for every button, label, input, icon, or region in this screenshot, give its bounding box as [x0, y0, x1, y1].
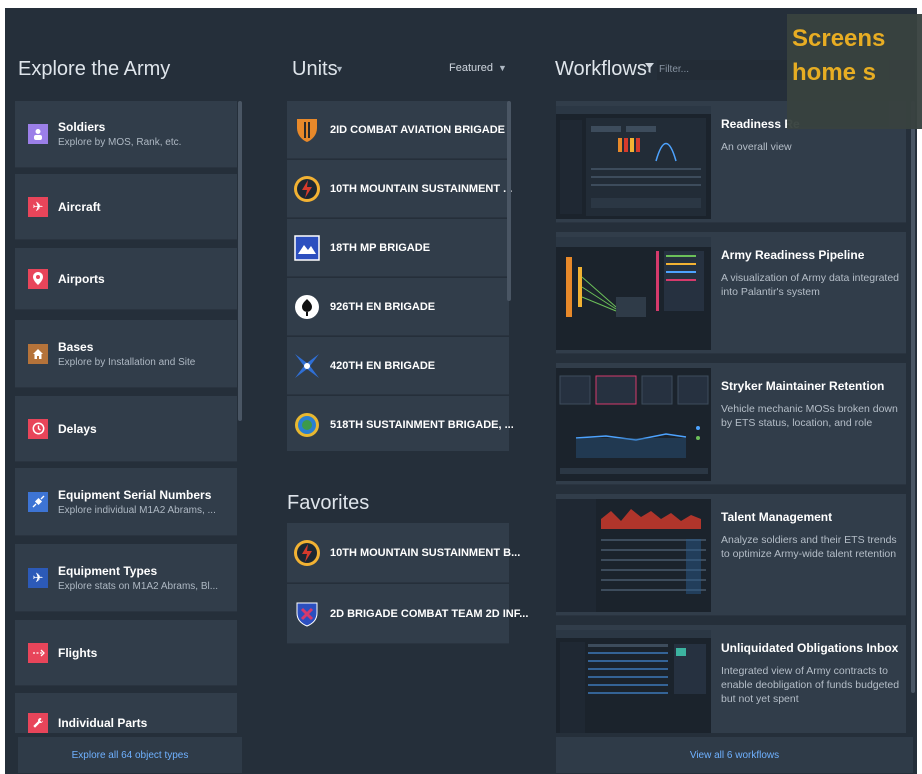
mountain-sustainment-insignia-icon [294, 175, 320, 202]
workflow-thumbnail [556, 106, 711, 219]
view-all-workflows-button[interactable]: View all 6 workflows [556, 737, 913, 773]
airplane-icon: ✈ [28, 567, 48, 588]
workflow-list-scrollbar[interactable] [911, 101, 915, 693]
unit-name: 10TH MOUNTAIN SUSTAINMENT ... [330, 182, 513, 195]
unit-name: 926TH EN BRIGADE [330, 300, 436, 313]
unit-list: 2ID COMBAT AVIATION BRIGADE 10TH MOUNTAI… [287, 101, 513, 451]
explore-title: Explore the Army [18, 58, 171, 80]
map-pin-icon [28, 268, 48, 289]
mp-brigade-insignia-icon [294, 234, 320, 261]
object-type-title: Equipment Types [58, 563, 158, 578]
object-list-scrollbar[interactable] [238, 101, 242, 421]
person-icon [28, 124, 48, 144]
app-screen: Explore the Army Soldiers Explore by MOS… [5, 8, 917, 774]
object-type-title: Bases [58, 339, 94, 354]
object-type-title: Individual Parts [58, 715, 148, 730]
workflow-name: Unliquidated Obligations Inbox [721, 641, 899, 655]
sort-dropdown[interactable]: Featured [449, 62, 493, 74]
sort-caret-icon[interactable]: ▼ [498, 63, 507, 73]
aviation-brigade-insignia-icon [297, 118, 317, 142]
object-type-delays[interactable]: Delays [15, 396, 237, 462]
object-type-list: Soldiers Explore by MOS, Rank, etc. ✈ Ai… [15, 101, 242, 733]
object-type-subtitle: Explore by Installation and Site [58, 356, 196, 368]
workflow-description: Integrated view of Army contracts to ena… [721, 665, 900, 705]
object-type-title: Equipment Serial Numbers [58, 487, 212, 502]
workflow-thumbnail [556, 237, 711, 350]
workflow-name: Stryker Maintainer Retention [721, 379, 885, 393]
favorites-title: Favorites [287, 492, 370, 514]
units-title: Units [292, 58, 338, 80]
unit-card[interactable]: 2ID COMBAT AVIATION BRIGADE [287, 101, 509, 159]
object-type-equipment-types[interactable]: ✈ Equipment Types Explore stats on M1A2 … [15, 544, 237, 612]
object-type-bases[interactable]: Bases Explore by Installation and Site [15, 320, 237, 388]
workflow-thumbnail [556, 499, 711, 612]
favorite-card[interactable]: 2D BRIGADE COMBAT TEAM 2D INF... [287, 584, 528, 644]
object-type-title: Flights [58, 645, 98, 660]
wrench-icon [28, 712, 48, 733]
workflow-name: Talent Management [721, 510, 833, 524]
workflow-thumbnail [556, 368, 711, 481]
caption-line-1: Screens [792, 25, 886, 52]
workflow-description: A visualization of Army data integrated … [721, 272, 900, 298]
favorite-card[interactable]: 10TH MOUNTAIN SUSTAINMENT B... [287, 523, 520, 583]
object-type-equipment-serial-numbers[interactable]: Equipment Serial Numbers Explore individ… [15, 468, 237, 536]
en-brigade-insignia-icon [295, 294, 319, 319]
workflows-title: Workflows [555, 58, 647, 80]
object-type-flights[interactable]: Flights [15, 620, 237, 686]
unit-card[interactable]: 518TH SUSTAINMENT BRIGADE, ... [287, 396, 513, 451]
brigade-combat-team-insignia-icon [296, 602, 318, 627]
workflow-card[interactable]: Talent Management Analyze soldiers and t… [556, 494, 906, 616]
object-type-soldiers[interactable]: Soldiers Explore by MOS, Rank, etc. [15, 101, 237, 168]
unit-card[interactable]: 420TH EN BRIGADE [287, 337, 509, 395]
caption-line-2: home s [792, 59, 877, 86]
workflow-thumbnail [556, 630, 711, 733]
unit-name: 18TH MP BRIGADE [330, 241, 431, 254]
object-type-title: Soldiers [58, 120, 106, 134]
satellite-icon [28, 491, 48, 512]
filter-icon [645, 63, 654, 73]
object-type-individual-parts[interactable]: Individual Parts [15, 693, 237, 733]
workflow-description: Vehicle mechanic MOSs broken down by ETS… [721, 403, 898, 429]
object-type-title: Aircraft [58, 199, 101, 214]
unit-name: 2D BRIGADE COMBAT TEAM 2D INF... [330, 607, 529, 620]
unit-name: 518TH SUSTAINMENT BRIGADE, ... [330, 418, 513, 431]
object-type-subtitle: Explore by MOS, Rank, etc. [58, 137, 182, 148]
airplane-icon: ✈ [28, 196, 48, 217]
workflow-card[interactable]: Army Readiness Pipeline A visualization … [556, 232, 906, 354]
object-type-aircraft[interactable]: ✈ Aircraft [15, 174, 237, 240]
caption-overlay: Screens home s [787, 14, 922, 129]
units-dropdown-caret-icon[interactable]: ▼ [335, 64, 344, 74]
sustainment-brigade-insignia-icon [295, 412, 319, 437]
workflow-description: An overall view [721, 141, 792, 153]
object-type-subtitle: Explore stats on M1A2 Abrams, Bl... [58, 580, 219, 592]
home-icon [28, 343, 48, 364]
flight-path-icon [28, 642, 48, 663]
unit-name: 420TH EN BRIGADE [330, 359, 436, 372]
object-type-title: Airports [58, 271, 105, 286]
object-type-subtitle: Explore individual M1A2 Abrams, ... [58, 504, 216, 516]
en-brigade-star-insignia-icon [295, 353, 319, 378]
object-type-airports[interactable]: Airports [15, 248, 237, 310]
unit-name: 2ID COMBAT AVIATION BRIGADE [330, 123, 505, 136]
unit-card[interactable]: 18TH MP BRIGADE [287, 219, 509, 277]
workflow-card[interactable]: Unliquidated Obligations Inbox Integrate… [556, 625, 906, 733]
workflow-name: Army Readiness Pipeline [721, 248, 865, 262]
mountain-sustainment-insignia-icon [294, 539, 320, 566]
object-type-title: Delays [58, 421, 97, 436]
unit-list-scrollbar[interactable] [507, 101, 511, 301]
unit-card[interactable]: 926TH EN BRIGADE [287, 278, 509, 336]
explore-all-button[interactable]: Explore all 64 object types [18, 737, 242, 773]
unit-name: 10TH MOUNTAIN SUSTAINMENT B... [330, 546, 521, 559]
workflow-description: Analyze soldiers and their ETS trends to… [721, 534, 897, 560]
workflow-card[interactable]: Stryker Maintainer Retention Vehicle mec… [556, 363, 906, 485]
unit-card[interactable]: 10TH MOUNTAIN SUSTAINMENT ... [287, 160, 513, 218]
clock-icon [28, 418, 48, 439]
workflow-list: Readiness Re An overall view Army Readin [556, 101, 910, 733]
